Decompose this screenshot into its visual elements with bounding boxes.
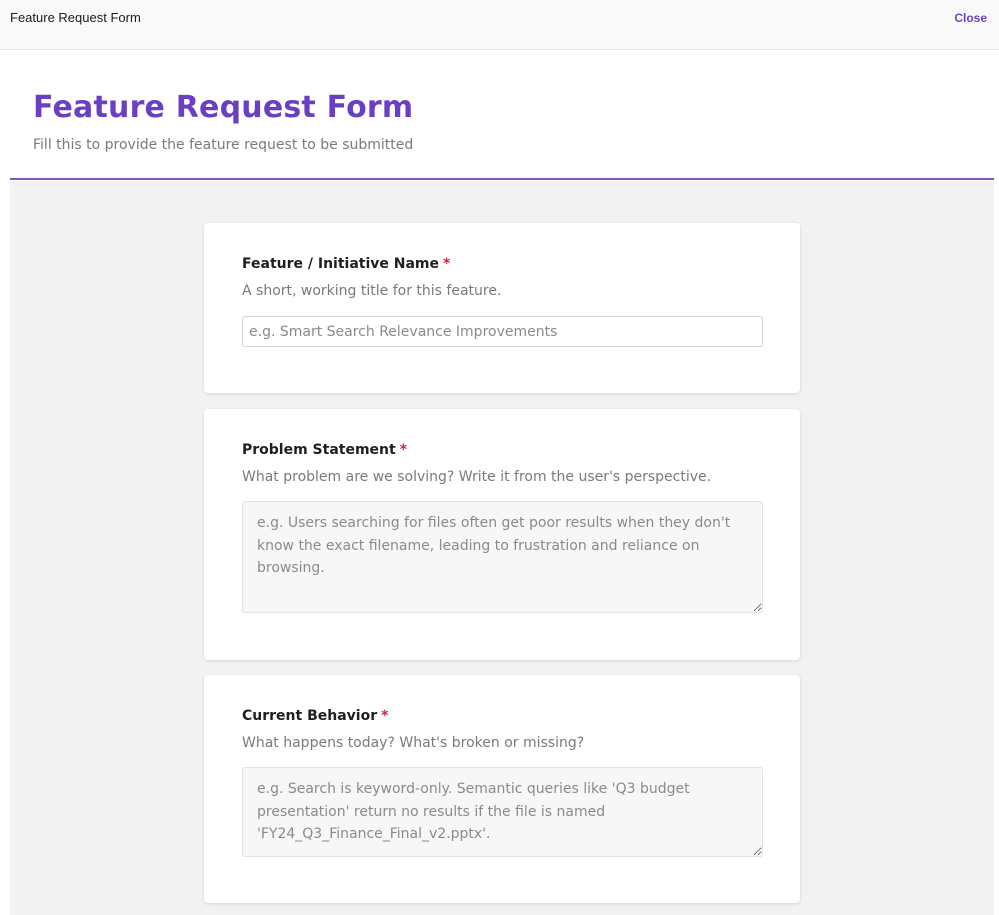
- field-help-text: What problem are we solving? Write it fr…: [242, 469, 712, 485]
- field-label-text: Current Behavior: [242, 708, 378, 724]
- field-label: Current Behavior *: [242, 708, 388, 724]
- form-body[interactable]: Feature / Initiative Name * A short, work…: [10, 181, 994, 915]
- required-marker: *: [443, 256, 451, 272]
- field-label-text: Feature / Initiative Name: [242, 256, 440, 272]
- form-header: Feature Request Form Fill this to provid…: [10, 50, 994, 180]
- field-card-problem-statement: Problem Statement * What problem are we s…: [204, 409, 800, 660]
- field-help-text: What happens today? What's broken or mis…: [242, 735, 585, 751]
- field-card-current-behavior: Current Behavior * What happens today? Wh…: [204, 675, 800, 903]
- required-marker: *: [399, 442, 408, 458]
- field-help-text: A short, working title for this feature.: [242, 283, 502, 299]
- field-label: Feature / Initiative Name *: [242, 256, 450, 272]
- feature-name-input[interactable]: [242, 316, 763, 347]
- close-button[interactable]: Close: [954, 11, 987, 25]
- field-label: Problem Statement *: [242, 442, 407, 458]
- window-title: Feature Request Form: [10, 10, 141, 25]
- page-subtitle: Fill this to provide the feature request…: [33, 137, 414, 153]
- current-behavior-textarea[interactable]: [242, 767, 763, 857]
- field-label-text: Problem Statement: [242, 442, 396, 458]
- field-card-feature-name: Feature / Initiative Name * A short, work…: [204, 223, 800, 393]
- top-bar: Feature Request Form Close: [0, 0, 999, 50]
- problem-statement-textarea[interactable]: [242, 501, 763, 613]
- page-title: Feature Request Form: [33, 90, 414, 125]
- required-marker: *: [381, 708, 389, 724]
